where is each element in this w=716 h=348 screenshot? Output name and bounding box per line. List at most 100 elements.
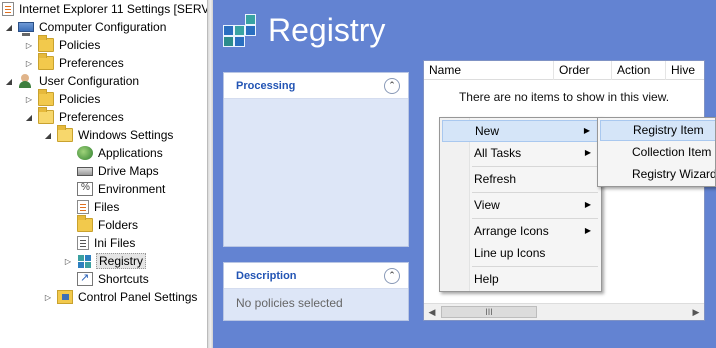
empty-list-message: There are no items to show in this view. [458,90,670,104]
folder-open-icon [38,107,54,124]
tree-item-registry[interactable]: ▷ Registry [63,252,147,270]
main-area: Registry Processing ⌃ Description ⌃ No p… [213,0,716,348]
column-header-action[interactable]: Action [612,61,666,80]
tree-item-label: Policies [59,92,101,106]
tree-item-preferences[interactable]: ▷ Preferences [24,53,124,72]
menu-item-label: All Tasks [474,146,522,160]
tree-item-computer-configuration[interactable]: ◢ Computer Configuration [4,18,166,36]
collapse-chevron-icon[interactable]: ⌃ [384,267,400,284]
registry-icon [77,254,93,268]
shortcut-icon [77,271,93,286]
expanded-arrow-icon[interactable]: ◢ [4,23,14,32]
menu-item-label: Arrange Icons [474,224,549,238]
tree-item-environment[interactable]: Environment [63,180,165,198]
column-header-hive[interactable]: Hive [666,61,704,80]
tree-item-label: Shortcuts [98,272,149,286]
applications-icon [77,146,93,160]
collapsed-arrow-icon[interactable]: ▷ [43,293,53,302]
menu-separator [472,266,598,267]
menu-item-help[interactable]: Help [442,268,599,290]
tree-item-policies[interactable]: ▷ Policies [24,89,101,108]
menu-item-label: New [475,124,500,138]
description-text: No policies selected [236,296,343,310]
tree-item-label: Applications [98,146,163,160]
tree-pane: Internet Explorer 11 Settings [SERVE ◢ C… [0,0,207,348]
tree-item-user-configuration[interactable]: ◢ User Configuration [4,72,139,90]
tree-item-shortcuts[interactable]: Shortcuts [63,270,149,288]
description-panel: Description ⌃ No policies selected [223,262,409,321]
menu-item-line-up-icons[interactable]: Line up Icons [442,242,599,264]
submenu-arrow-icon: ▶ [584,200,591,209]
tree-item-label: Windows Settings [78,128,174,142]
submenu-arrow-icon: ▶ [583,126,590,135]
menu-item-refresh[interactable]: Refresh [442,168,599,190]
environment-icon [77,182,93,196]
processing-title: Processing [236,79,296,92]
menu-item-all-tasks[interactable]: All Tasks ▶ [442,142,599,164]
tree-item-label: User Configuration [39,74,140,88]
tree-item-label: Files [94,200,120,214]
tree-item-label: Preferences [59,56,124,70]
page-title: Registry [268,12,386,48]
tree-item-folders[interactable]: Folders [63,215,139,234]
tree-item-label: Folders [98,218,139,232]
scroll-thumb[interactable]: III [441,306,537,318]
menu-item-view[interactable]: View ▶ [442,194,599,216]
menu-separator [472,166,598,167]
folder-icon [38,35,54,52]
menu-separator [472,192,598,193]
tree-root[interactable]: Internet Explorer 11 Settings [SERVE [2,0,207,18]
expanded-arrow-icon[interactable]: ◢ [43,131,53,140]
menu-separator [472,218,598,219]
user-icon [18,74,34,88]
ini-file-icon [77,236,89,250]
submenu-item-registry-item[interactable]: Registry Item [600,120,715,141]
folder-icon [77,215,93,232]
registry-icon [221,14,261,50]
processing-panel: Processing ⌃ [223,72,409,247]
tree-item-drive-maps[interactable]: Drive Maps [63,162,159,180]
scroll-left-icon[interactable]: ◀ [424,304,440,320]
tree-item-windows-settings[interactable]: ◢ Windows Settings [43,125,174,144]
collapsed-arrow-icon[interactable]: ▷ [24,59,34,68]
scroll-right-icon[interactable]: ▶ [688,304,704,320]
tree-item-preferences[interactable]: ◢ Preferences [24,107,124,126]
context-menu: New ▶ All Tasks ▶ Refresh View ▶ Arrange… [439,117,602,292]
computer-icon [18,22,34,36]
tree-item-label: Drive Maps [98,164,159,178]
drive-icon [77,166,93,176]
collapsed-arrow-icon[interactable]: ▷ [24,95,34,104]
list-header: Name Order Action Hive [424,61,704,80]
menu-item-new[interactable]: New ▶ [442,120,599,142]
tree-item-control-panel-settings[interactable]: ▷ Control Panel Settings [43,288,197,306]
collapsed-arrow-icon[interactable]: ▷ [63,257,73,266]
menu-item-label: Line up Icons [474,246,546,260]
column-header-name[interactable]: Name [424,61,554,80]
tree-item-ini-files[interactable]: Ini Files [63,234,135,252]
description-title: Description [236,269,297,282]
submenu-item-collection-item[interactable]: Collection Item [600,142,715,163]
tree-item-label: Policies [59,38,101,52]
horizontal-scrollbar[interactable]: ◀ III ▶ [424,303,704,320]
new-submenu: Registry Item Collection Item Registry W… [597,117,716,187]
tree-item-files[interactable]: Files [63,198,119,216]
menu-item-label: Help [474,272,499,286]
submenu-arrow-icon: ▶ [584,148,591,157]
menu-item-label: Refresh [474,172,517,186]
column-header-order[interactable]: Order [554,61,612,80]
collapse-chevron-icon[interactable]: ⌃ [384,77,400,94]
description-panel-header: Description ⌃ [224,263,408,289]
tree-item-policies[interactable]: ▷ Policies [24,35,101,54]
tree-item-label: Ini Files [94,236,136,250]
files-icon [77,200,89,214]
processing-panel-header: Processing ⌃ [224,73,408,99]
collapsed-arrow-icon[interactable]: ▷ [24,41,34,50]
tree-root-label: Internet Explorer 11 Settings [SERVE [19,2,207,16]
expanded-arrow-icon[interactable]: ◢ [24,113,34,122]
tree-item-label: Preferences [59,110,124,124]
menu-item-arrange-icons[interactable]: Arrange Icons ▶ [442,220,599,242]
submenu-arrow-icon: ▶ [584,226,591,235]
tree-item-applications[interactable]: Applications [63,144,163,162]
expanded-arrow-icon[interactable]: ◢ [4,77,14,86]
submenu-item-registry-wizard[interactable]: Registry Wizard [600,164,715,185]
